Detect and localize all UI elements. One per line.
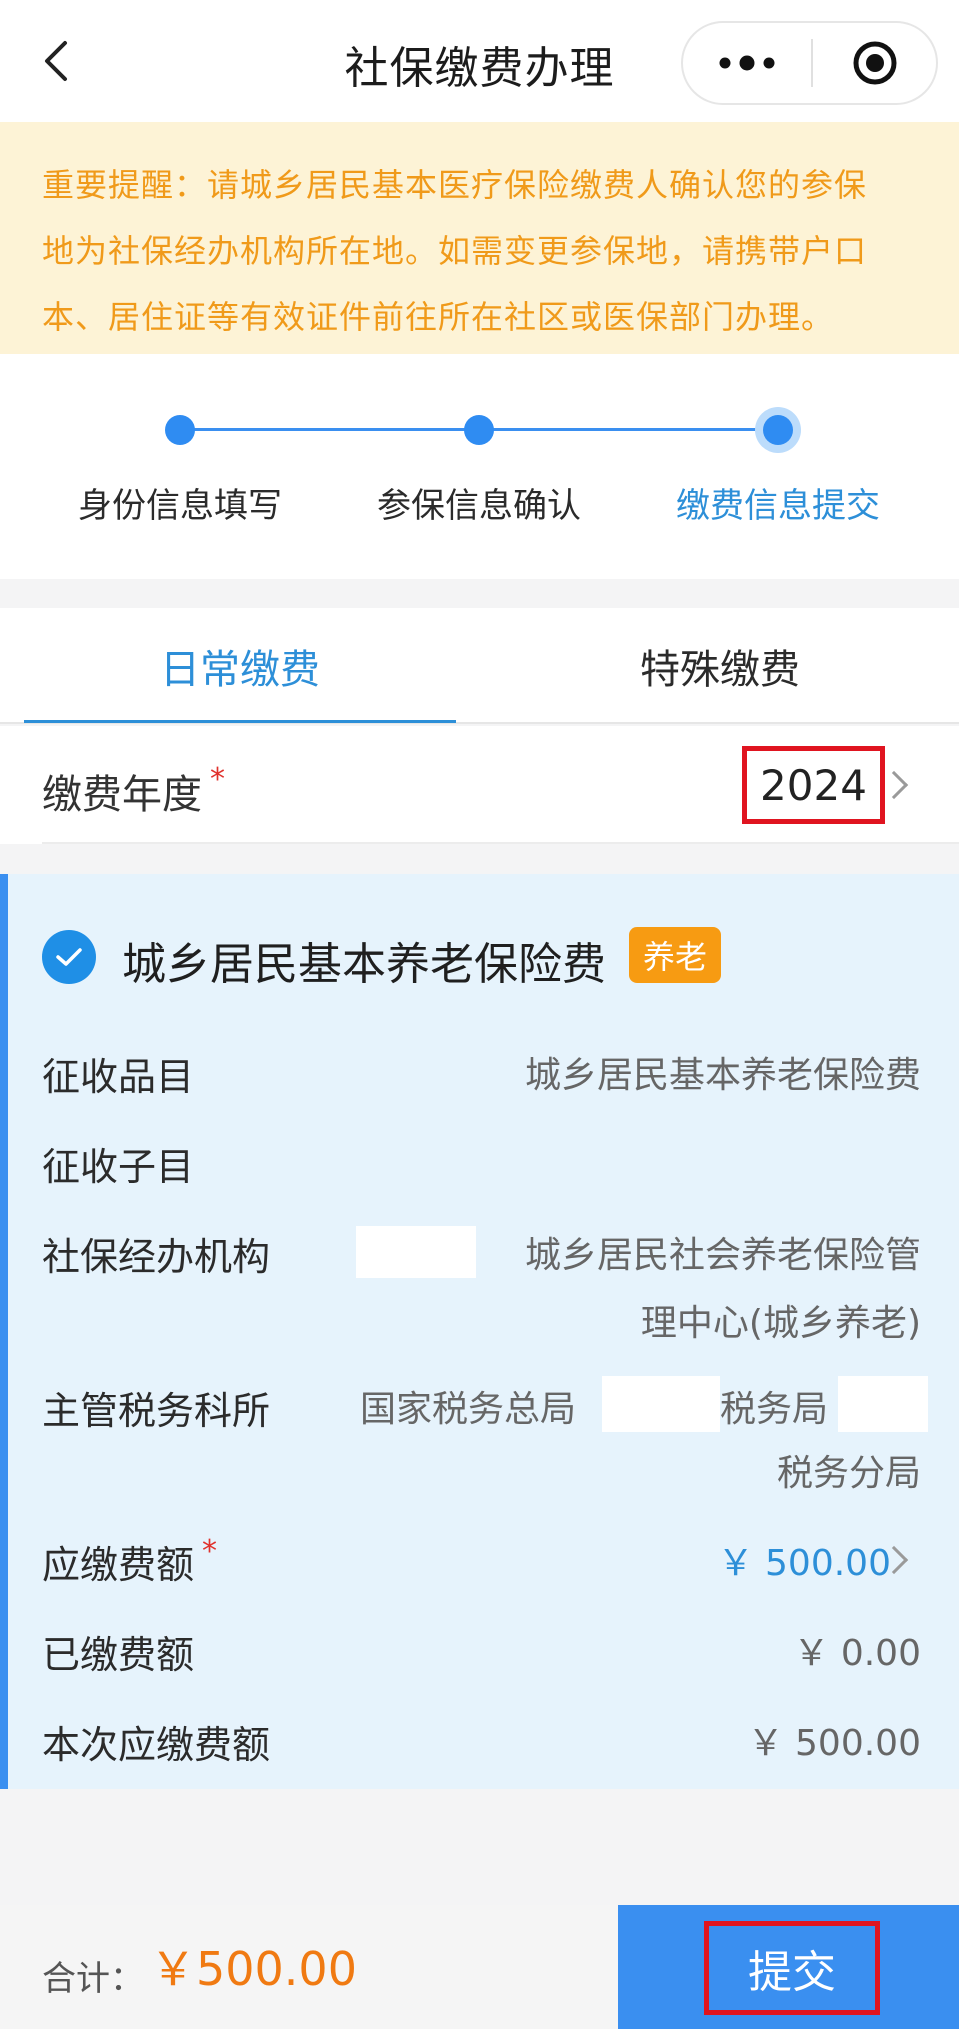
- active-tab-indicator: [24, 720, 456, 723]
- payment-year-row[interactable]: 缴费年度 * 2024: [0, 726, 959, 844]
- collection-item-value: 城乡居民基本养老保险费: [524, 1055, 921, 1096]
- important-notice: 重要提醒：请城乡居民基本医疗保险缴费人确认您的参保 地为社保经办机构所在地。如需…: [0, 122, 959, 354]
- target-circle-icon: [853, 41, 896, 85]
- due-amount-label: 应缴费额 *: [42, 1534, 217, 1589]
- redacted-block: [838, 1376, 928, 1432]
- step-label-identity: 身份信息填写: [78, 486, 282, 526]
- payment-year-value[interactable]: 2024: [742, 746, 885, 824]
- required-mark: *: [210, 762, 225, 797]
- tab-daily-payment[interactable]: 日常缴费: [24, 608, 456, 724]
- notice-line: 本、居住证等有效证件前往所在社区或医保部门办理。: [42, 298, 835, 336]
- redacted-block: [356, 1226, 476, 1278]
- tab-special-payment[interactable]: 特殊缴费: [504, 608, 936, 724]
- due-amount-label-text: 应缴费额: [42, 1543, 195, 1587]
- due-amount-value[interactable]: ￥ 500.00: [718, 1534, 891, 1586]
- total-label: 合计：: [42, 1959, 144, 1999]
- submit-area[interactable]: 提交: [618, 1905, 959, 2029]
- tax-office-label: 主管税务科所: [42, 1389, 271, 1433]
- agency-value-line2: 理中心(城乡养老): [640, 1303, 921, 1344]
- step-label-payment: 缴费信息提交: [676, 486, 880, 526]
- tax-office-value-part1: 国家税务总局: [360, 1389, 577, 1430]
- agency-value-line1: 城乡居民社会养老保险管: [524, 1235, 921, 1276]
- top-bar: 社保缴费办理: [0, 0, 959, 122]
- payment-year-label-text: 缴费年度: [42, 772, 202, 818]
- paid-amount-label: 已缴费额: [42, 1633, 195, 1677]
- item-title: 城乡居民基本养老保险费: [122, 939, 606, 990]
- collection-item-label: 征收品目: [42, 1055, 195, 1099]
- collection-subitem-label: 征收子目: [42, 1145, 195, 1189]
- insurance-item-card: 城乡居民基本养老保险费 养老 征收品目 城乡居民基本养老保险费 征收子目 社保经…: [0, 874, 959, 1789]
- item-tag: 养老: [629, 927, 722, 983]
- notice-line: 地为社保经办机构所在地。如需变更参保地，请携带户口: [42, 232, 868, 270]
- redacted-block: [602, 1376, 720, 1432]
- progress-steps: 身份信息填写 参保信息确认 缴费信息提交: [0, 354, 959, 579]
- bottom-bar: 合计： ￥500.00 提交: [0, 1905, 959, 2029]
- checkmark-icon: [56, 948, 82, 966]
- required-mark: *: [202, 1534, 218, 1569]
- more-dots-icon: [719, 55, 775, 71]
- payment-tabs: 日常缴费 特殊缴费: [0, 608, 959, 724]
- item-checkbox[interactable]: [42, 930, 96, 984]
- tax-office-value-part2: 税务局: [720, 1389, 829, 1430]
- row-divider: [42, 842, 959, 844]
- notice-line: 重要提醒：请城乡居民基本医疗保险缴费人确认您的参保: [42, 166, 868, 204]
- mini-program-capsule: [681, 21, 938, 105]
- step-connector: [180, 428, 480, 431]
- paid-amount-value: ￥ 0.00: [793, 1633, 921, 1674]
- payment-year-label: 缴费年度 *: [42, 762, 225, 820]
- current-due-value: ￥ 500.00: [747, 1723, 921, 1764]
- step-label-insurance: 参保信息确认: [377, 486, 581, 526]
- tax-office-value-line2: 税务分局: [776, 1453, 921, 1494]
- step-connector: [480, 428, 778, 431]
- step-dot: [464, 415, 494, 445]
- total-value: ￥500.00: [150, 1942, 357, 1996]
- close-miniprogram-button[interactable]: [813, 23, 936, 103]
- step-dot: [165, 415, 195, 445]
- submit-button[interactable]: 提交: [704, 1921, 880, 2015]
- step-dot-active: [763, 415, 793, 445]
- more-button[interactable]: [683, 23, 811, 103]
- agency-label: 社保经办机构: [42, 1235, 271, 1279]
- current-due-label: 本次应缴费额: [42, 1723, 271, 1767]
